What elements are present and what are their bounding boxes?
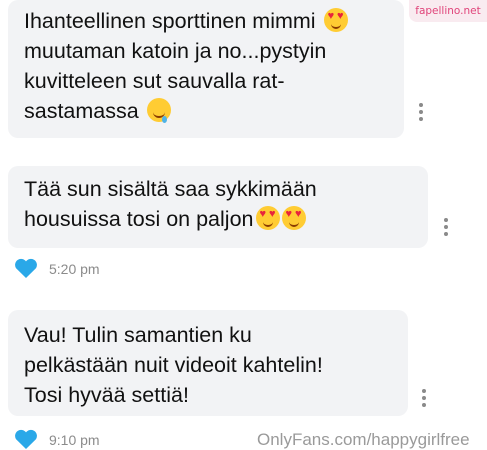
message-line: Tää sun sisältä saa sykkimään xyxy=(24,177,317,201)
timestamp: 5:20 pm xyxy=(49,260,100,277)
message-line: Tosi hyvää settiä! xyxy=(24,383,189,407)
heart-icon[interactable] xyxy=(14,258,38,279)
message-meta: 9:10 pm xyxy=(14,429,100,450)
message-bubble[interactable]: Ihanteellinen sporttinen mimmi muutaman … xyxy=(8,0,404,138)
message-line: pelkästään nuit videoit kahtelin! xyxy=(24,353,323,377)
message-line: muutaman katoin ja no...pystyin xyxy=(24,39,327,63)
message-line: housuissa tosi on paljon xyxy=(24,204,414,234)
message-meta: 5:20 pm xyxy=(14,258,100,279)
site-watermark: fapellino.net xyxy=(409,0,487,22)
more-options-icon[interactable] xyxy=(421,389,427,407)
drooling-face-emoji-icon xyxy=(146,98,171,123)
message-line: Ihanteellinen sporttinen mimmi xyxy=(24,6,390,36)
timestamp: 9:10 pm xyxy=(49,431,100,448)
onlyfans-watermark: OnlyFans.com/happygirlfree xyxy=(257,430,470,449)
message-bubble[interactable]: Vau! Tulin samantien ku pelkästään nuit … xyxy=(8,310,408,416)
message-line: sastamassa xyxy=(24,96,390,126)
message-line: kuvitteleen sut sauvalla rat- xyxy=(24,69,285,93)
heart-eyes-emoji-icon xyxy=(281,206,306,230)
more-options-icon[interactable] xyxy=(443,218,449,236)
heart-icon[interactable] xyxy=(14,429,38,450)
message-bubble[interactable]: Tää sun sisältä saa sykkimään housuissa … xyxy=(8,166,428,248)
heart-eyes-emoji-icon xyxy=(323,8,348,32)
message-line: Vau! Tulin samantien ku xyxy=(24,323,252,347)
heart-eyes-emoji-icon xyxy=(255,206,280,230)
more-options-icon[interactable] xyxy=(418,103,424,121)
